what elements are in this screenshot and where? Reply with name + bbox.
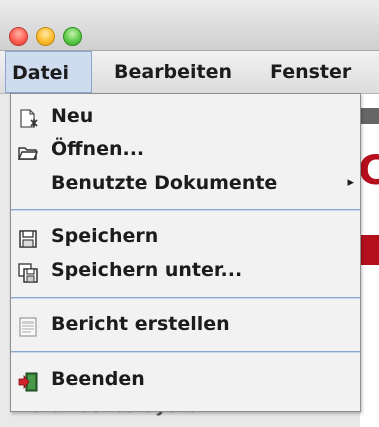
menu-item-speichern-unter[interactable]: Speichern unter... (11, 253, 360, 287)
menu-item-label: Bericht erstellen (51, 313, 230, 335)
menu-item-label: Öffnen... (51, 138, 145, 160)
menu-bearbeiten[interactable]: Bearbeiten (108, 51, 238, 93)
title-bar (0, 0, 379, 51)
new-document-icon (18, 106, 38, 128)
menu-item-label: Beenden (51, 368, 145, 390)
close-window-button[interactable] (9, 27, 28, 46)
open-folder-icon (17, 139, 39, 160)
background-logo-fragment: C (358, 148, 379, 194)
report-icon (18, 314, 38, 337)
menu-item-label: Neu (51, 105, 94, 127)
menu-separator (11, 209, 360, 211)
submenu-arrow-icon: ▸ (347, 175, 354, 190)
menu-item-oeffnen[interactable]: Öffnen... (11, 132, 360, 166)
menu-item-label: Speichern (51, 225, 159, 247)
minimize-window-button[interactable] (36, 27, 55, 46)
zoom-window-button[interactable] (63, 27, 82, 46)
menu-item-benutzte-dokumente[interactable]: Benutzte Dokumente ▸ (11, 166, 360, 200)
exit-icon (18, 369, 38, 392)
menu-item-label: Speichern unter... (51, 259, 243, 281)
menu-fenster[interactable]: Fenster (264, 51, 357, 93)
menu-item-label: Benutzte Dokumente (51, 172, 278, 194)
datei-dropdown-menu: Neu Öffnen... Benutzte Dokumente ▸ Speic… (10, 93, 361, 412)
menu-bar: Datei Bearbeiten Fenster (0, 51, 379, 94)
menu-separator (11, 351, 360, 353)
menu-item-bericht-erstellen[interactable]: Bericht erstellen (11, 307, 360, 341)
background-glyph (361, 108, 379, 124)
menu-item-speichern[interactable]: Speichern (11, 219, 360, 253)
menu-datei[interactable]: Datei (5, 51, 92, 93)
save-as-icon (18, 260, 38, 283)
menu-separator (11, 297, 360, 299)
save-icon (18, 226, 38, 248)
background-red-bar (361, 235, 379, 265)
menu-item-beenden[interactable]: Beenden (11, 362, 360, 396)
menu-item-neu[interactable]: Neu (11, 99, 360, 133)
